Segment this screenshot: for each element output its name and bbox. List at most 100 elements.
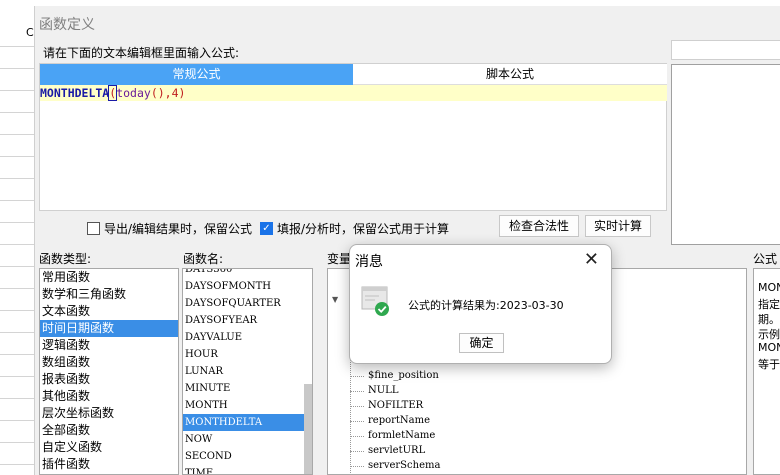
checkbox-checked-icon[interactable]: ✓ [260, 222, 273, 235]
function-type-list[interactable]: 常用函数 数学和三角函数 文本函数 时间日期函数 逻辑函数 数组函数 报表函数 … [39, 268, 179, 475]
description-line: MONT [758, 281, 780, 294]
list-item[interactable]: 数组函数 [40, 354, 178, 371]
variable-item[interactable]: NOFILTER [368, 400, 423, 411]
variable-item[interactable]: formletName [368, 430, 435, 441]
variable-item[interactable]: NULL [368, 385, 398, 396]
grid-line [0, 442, 34, 443]
column-header-label: C [26, 26, 34, 39]
list-item[interactable]: TIME [183, 465, 312, 474]
formula-inner-function: today [116, 86, 151, 100]
grid-line [0, 90, 34, 91]
grid-line [0, 332, 34, 333]
function-name-list[interactable]: DAYS360 DAYSOFMONTH DAYSOFQUARTER DAYSOF… [182, 268, 313, 475]
dialog-title-bar [35, 6, 780, 40]
list-item[interactable]: 逻辑函数 [40, 337, 178, 354]
list-item[interactable]: MONTH [183, 397, 312, 414]
tree-branch [350, 376, 364, 377]
grid-line [0, 68, 34, 69]
list-item-selected[interactable]: 时间日期函数 [40, 320, 178, 337]
list-item[interactable]: LUNAR [183, 363, 312, 380]
list-item[interactable]: NOW [183, 431, 312, 448]
option-keep-formula-fill[interactable]: ✓ 填报/分析时，保留公式用于计算 [260, 220, 449, 237]
description-panel: MONT 指定 期。 示例 MONT 等于 [753, 268, 780, 475]
list-item[interactable]: 层次坐标函数 [40, 405, 178, 422]
list-item-selected[interactable]: MONTHDELTA [183, 414, 312, 431]
variable-item[interactable]: servletURL [368, 445, 425, 456]
grid-line [0, 266, 34, 267]
ok-button[interactable]: 确定 [459, 333, 504, 353]
side-preview-box [671, 64, 780, 245]
grid-line [0, 222, 34, 223]
tree-branch [350, 466, 364, 467]
message-title: 消息 [355, 254, 383, 270]
grid-line [0, 178, 34, 179]
spreadsheet-background: C [0, 0, 34, 475]
list-item[interactable]: 数学和三角函数 [40, 286, 178, 303]
dialog-title: 函数定义 [39, 17, 95, 33]
grid-line [0, 398, 34, 399]
grid-line [0, 310, 34, 311]
list-item[interactable]: 常用函数 [40, 269, 178, 286]
formula-function-token: MONTHDELTA [40, 86, 110, 100]
editor-prompt: 请在下面的文本编辑框里面输入公式: [43, 46, 240, 60]
grid-line [0, 46, 34, 47]
option-label: 导出/编辑结果时，保留公式 [104, 222, 253, 236]
list-item[interactable]: 其他函数 [40, 388, 178, 405]
list-item[interactable]: DAYSOFMONTH [183, 278, 312, 295]
scrollbar-thumb[interactable] [304, 384, 312, 474]
formula-inner-parens: () [150, 86, 165, 100]
list-item[interactable]: DAYSOFYEAR [183, 312, 312, 329]
message-text: 公式的计算结果为:2023-03-30 [408, 299, 564, 312]
grid-line [0, 244, 34, 245]
grid-line [0, 134, 34, 135]
variable-item[interactable]: serverSchema [368, 460, 440, 471]
grid-line [0, 420, 34, 421]
formula-editor[interactable]: 常规公式 脚本公式 MONTHDELTA(today(),4) [39, 63, 667, 211]
description-line: 等于 [758, 358, 780, 371]
variable-item[interactable]: reportName [368, 415, 430, 426]
option-keep-formula-export[interactable]: 导出/编辑结果时，保留公式 [87, 220, 252, 237]
formula-rest: ,4) [164, 86, 186, 100]
variable-item[interactable]: $fine_position [368, 370, 439, 381]
tab-script-formula[interactable]: 脚本公式 [353, 64, 667, 85]
list-item[interactable]: SECOND [183, 448, 312, 465]
list-item[interactable]: MINUTE [183, 380, 312, 397]
grid-line [0, 464, 34, 465]
tree-branch [350, 436, 364, 437]
grid-line [0, 376, 34, 377]
checkbox-unchecked-icon[interactable] [87, 222, 100, 235]
description-line: MONT [758, 341, 780, 354]
tree-branch [350, 391, 364, 392]
realtime-calc-button[interactable]: 实时计算 [585, 215, 651, 237]
list-item[interactable]: DAYS360 [183, 269, 312, 278]
list-item[interactable]: 自定义函数 [40, 439, 178, 456]
description-line: 期。 [758, 313, 780, 326]
message-dialog: 消息 ✕ 公式的计算结果为:2023-03-30 确定 [349, 244, 612, 364]
tree-branch [350, 421, 364, 422]
description-line: 示例 [758, 328, 780, 341]
check-validity-button[interactable]: 检查合法性 [499, 215, 579, 237]
list-item[interactable]: 文本函数 [40, 303, 178, 320]
side-search-input[interactable] [671, 40, 780, 60]
list-item[interactable]: DAYVALUE [183, 329, 312, 346]
success-check-icon [361, 286, 389, 316]
list-item[interactable]: 全部函数 [40, 422, 178, 439]
close-icon[interactable]: ✕ [584, 249, 599, 270]
option-label: 填报/分析时，保留公式用于计算 [277, 222, 450, 236]
tab-normal-formula[interactable]: 常规公式 [40, 64, 353, 85]
list-item[interactable]: DAYSOFQUARTER [183, 295, 312, 312]
variable-label: 变量 [327, 252, 352, 266]
description-line: 指定 [758, 298, 780, 311]
list-item[interactable]: 报表函数 [40, 371, 178, 388]
grid-line [0, 112, 34, 113]
list-item[interactable]: HOUR [183, 346, 312, 363]
list-item[interactable]: 插件函数 [40, 456, 178, 473]
tree-branch [350, 406, 364, 407]
tree-branch [350, 451, 364, 452]
grid-line [0, 156, 34, 157]
grid-line [0, 354, 34, 355]
formula-tabs: 常规公式 脚本公式 [40, 64, 667, 85]
formula-text-line[interactable]: MONTHDELTA(today(),4) [40, 85, 667, 101]
grid-line [0, 288, 34, 289]
tree-expand-icon[interactable]: ▼ [332, 295, 338, 304]
